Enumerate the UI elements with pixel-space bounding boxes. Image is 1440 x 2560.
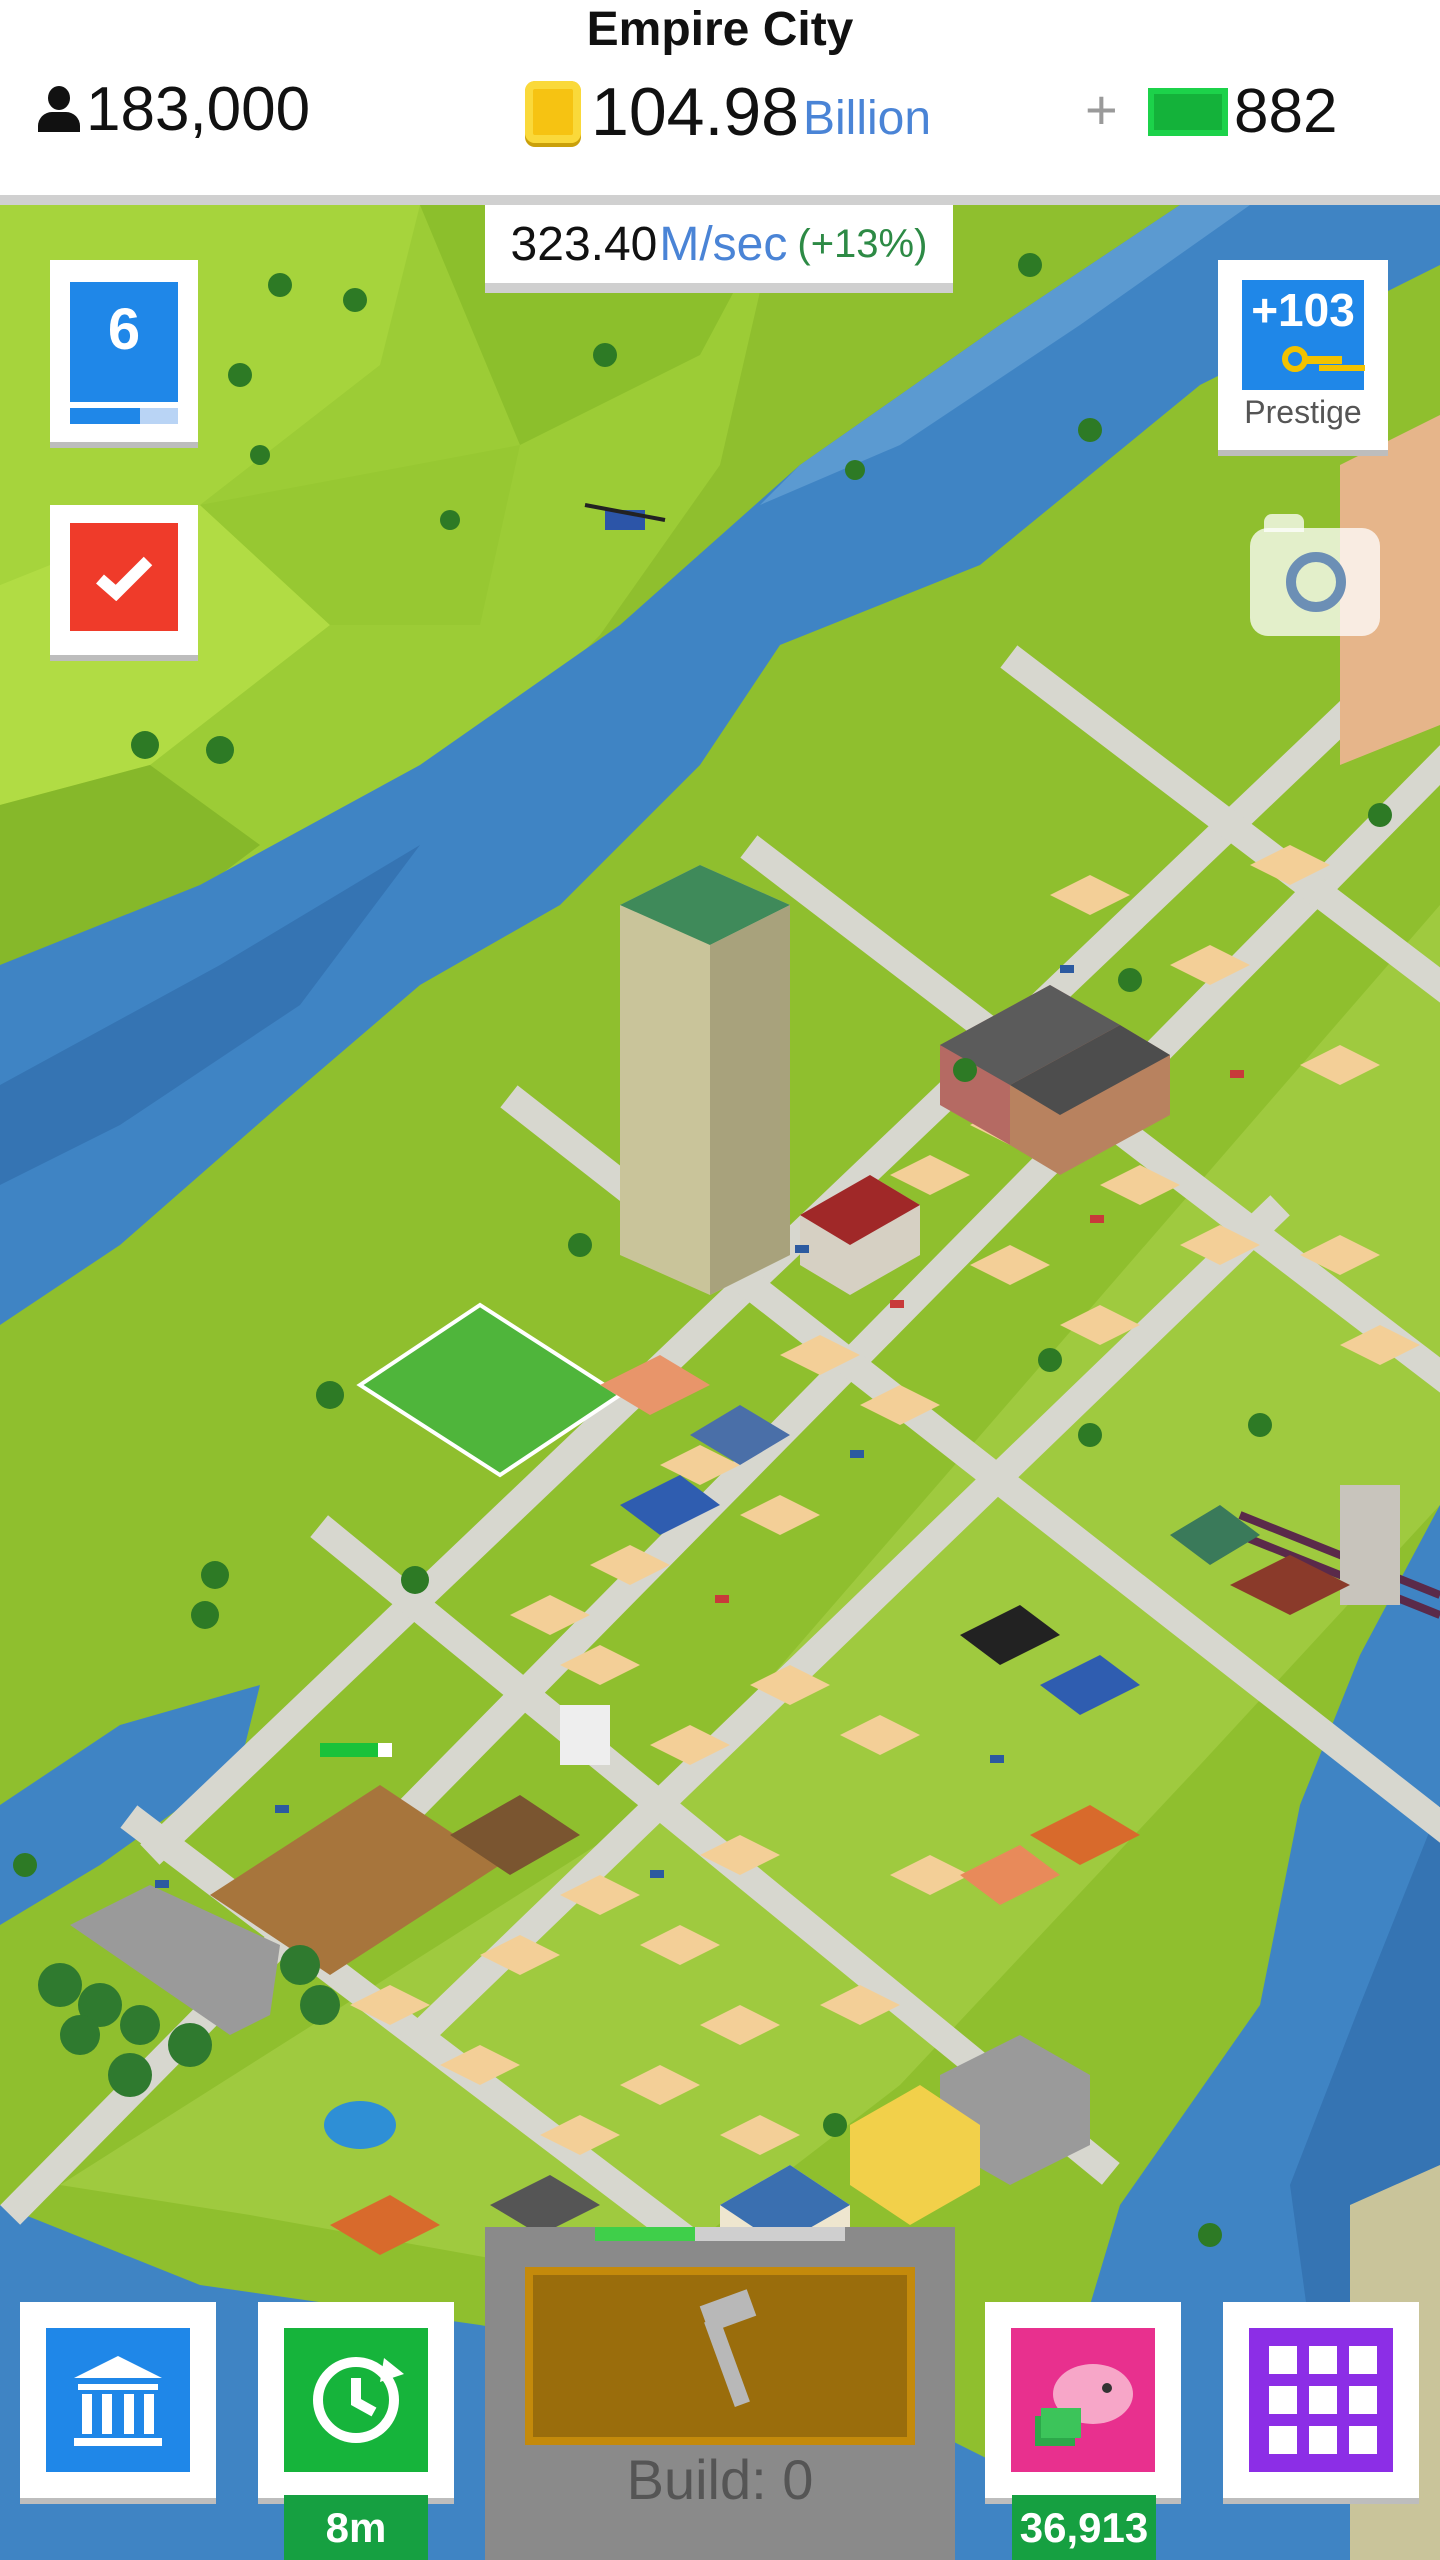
grid-icon bbox=[1249, 2328, 1393, 2472]
prestige-value: +103 bbox=[1251, 284, 1355, 336]
income-unit: M/sec bbox=[659, 217, 788, 271]
map-scene bbox=[0, 205, 1440, 2560]
add-cash-button[interactable]: + bbox=[1085, 80, 1118, 140]
check-icon bbox=[70, 523, 178, 631]
speed-boost-button[interactable] bbox=[258, 2302, 454, 2498]
level-button[interactable]: 6 bbox=[50, 260, 198, 442]
coin-icon bbox=[525, 81, 581, 143]
construction-progress-bar bbox=[320, 1743, 392, 1757]
speed-timer-badge: 8m bbox=[284, 2495, 428, 2560]
build-button[interactable] bbox=[525, 2267, 915, 2445]
key-icon bbox=[1282, 346, 1342, 374]
top-bar: Empire City 183,000 104.98 Billion + 882 bbox=[0, 0, 1440, 205]
build-progress-bar bbox=[595, 2227, 845, 2241]
population-value: 183,000 bbox=[86, 74, 311, 144]
menu-button[interactable] bbox=[1223, 2302, 1419, 2498]
cash-icon bbox=[1148, 87, 1228, 136]
camera-icon[interactable] bbox=[1250, 514, 1380, 636]
build-count-label: Build: 0 bbox=[626, 2448, 814, 2511]
income-rate: 323.40 M/sec (+13%) bbox=[485, 205, 953, 293]
construction-progress-fill bbox=[320, 1743, 378, 1757]
bank-icon bbox=[46, 2328, 190, 2472]
income-percent: (+13%) bbox=[797, 221, 928, 266]
level-progress-bar bbox=[70, 408, 178, 424]
population-display: 183,000 bbox=[36, 72, 310, 146]
build-panel[interactable]: Build: 0 bbox=[485, 2227, 955, 2560]
person-icon bbox=[36, 86, 80, 132]
piggy-bank-badge: 36,913 bbox=[1012, 2495, 1156, 2560]
hammer-hand-icon bbox=[693, 2297, 763, 2417]
level-badge: 6 bbox=[70, 282, 178, 402]
prestige-badge: +103 bbox=[1242, 280, 1364, 390]
coins-amount: 104.98 bbox=[591, 74, 799, 150]
cash-display[interactable]: 882 bbox=[1148, 76, 1337, 147]
coins-unit: Billion bbox=[802, 91, 932, 145]
prestige-label: Prestige bbox=[1244, 394, 1362, 430]
city-name: Empire City bbox=[586, 3, 854, 56]
income-amount: 323.40 bbox=[510, 217, 658, 271]
level-number: 6 bbox=[107, 297, 141, 362]
prestige-button[interactable]: +103 Prestige bbox=[1218, 260, 1388, 450]
city-map[interactable] bbox=[0, 205, 1440, 2560]
piggy-bank-icon bbox=[1011, 2328, 1155, 2472]
bank-button[interactable] bbox=[20, 2302, 216, 2498]
cash-value: 882 bbox=[1234, 77, 1338, 146]
tasks-button[interactable] bbox=[50, 505, 198, 655]
build-progress-fill bbox=[595, 2227, 695, 2241]
clock-refresh-icon bbox=[284, 2328, 428, 2472]
level-progress-fill bbox=[70, 408, 141, 424]
coins-display: 104.98 Billion bbox=[525, 72, 931, 152]
piggy-bank-button[interactable] bbox=[985, 2302, 1181, 2498]
